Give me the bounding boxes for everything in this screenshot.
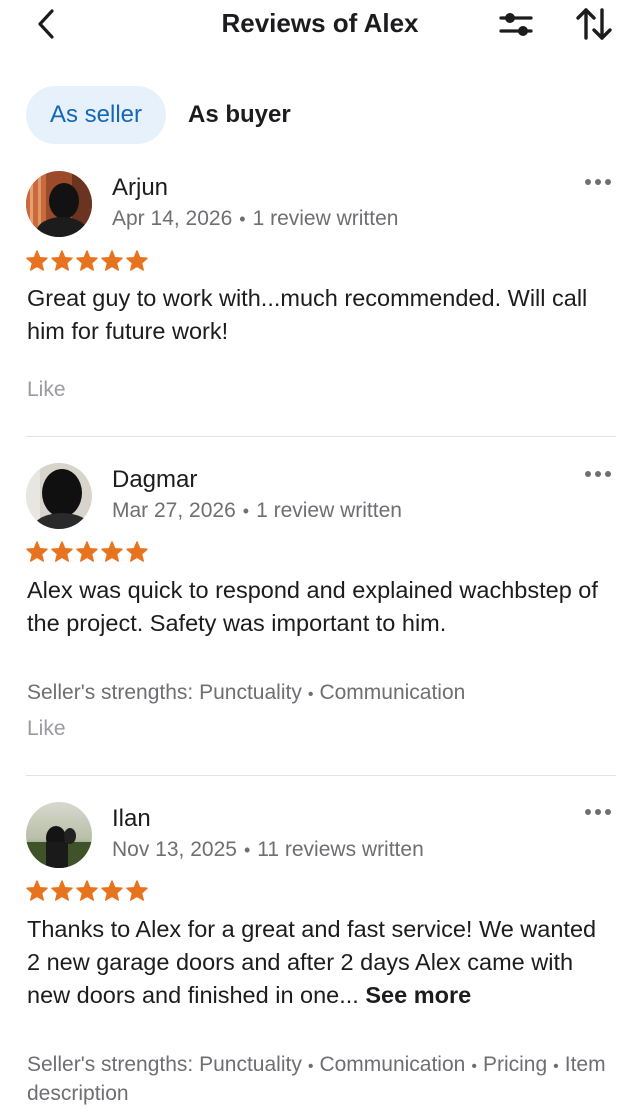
sort-arrows-icon: [576, 8, 612, 40]
separator-dot: •: [307, 1058, 314, 1075]
reviewer-name[interactable]: Arjun: [112, 174, 168, 202]
strength-tag: Punctuality: [199, 681, 302, 704]
star-icon: [51, 880, 73, 901]
tab-as-seller[interactable]: As seller: [26, 86, 166, 144]
seller-strengths: Seller's strengths: Punctuality • Communic…: [27, 679, 627, 708]
strength-tag: Punctuality: [199, 1053, 302, 1076]
reviewer-name[interactable]: Dagmar: [112, 466, 197, 494]
star-icon: [26, 250, 48, 271]
review-meta: Mar 27, 2026 • 1 review written: [112, 499, 402, 523]
strengths-label: Seller's strengths:: [27, 681, 194, 704]
more-options-button[interactable]: [578, 462, 618, 486]
more-options-button[interactable]: [578, 800, 618, 824]
separator-dot: •: [307, 686, 314, 703]
strength-tag: Communication: [319, 1053, 466, 1076]
more-options-button[interactable]: [578, 170, 618, 194]
avatar[interactable]: [26, 802, 92, 868]
strength-tag: Communication: [319, 681, 466, 704]
separator-dot: •: [471, 1058, 477, 1075]
tab-as-buyer[interactable]: As buyer: [166, 86, 313, 144]
separator-dot: •: [553, 1058, 559, 1075]
star-icon: [101, 250, 123, 271]
reviewer-name[interactable]: Ilan: [112, 805, 151, 833]
star-icon: [51, 541, 73, 562]
review-text-truncated: Thanks to Alex for a great and fast serv…: [27, 916, 597, 1008]
avatar[interactable]: [26, 171, 92, 237]
review-role-tabs: As seller As buyer: [26, 86, 313, 144]
review-date: Nov 13, 2025: [112, 838, 237, 861]
strengths-label: Seller's strengths:: [27, 1053, 194, 1076]
review-date: Apr 14, 2026: [112, 207, 233, 230]
ellipsis-icon: [585, 809, 611, 815]
review-meta: Apr 14, 2026 • 1 review written: [112, 207, 398, 231]
ellipsis-icon: [585, 179, 611, 185]
sort-button[interactable]: [570, 4, 618, 44]
separator-dot: •: [243, 840, 251, 860]
star-rating: [26, 880, 148, 901]
filter-button[interactable]: [494, 6, 538, 42]
star-icon: [26, 880, 48, 901]
star-icon: [26, 541, 48, 562]
star-icon: [126, 880, 148, 901]
star-icon: [126, 541, 148, 562]
separator-dot: •: [239, 209, 246, 229]
sliders-icon: [499, 13, 533, 36]
back-button[interactable]: [30, 6, 62, 42]
like-button[interactable]: Like: [27, 717, 66, 741]
ellipsis-icon: [585, 471, 611, 477]
like-button[interactable]: Like: [27, 378, 66, 402]
chevron-left-icon: [38, 9, 54, 39]
star-icon: [76, 880, 98, 901]
star-icon: [51, 250, 73, 271]
review-meta: Nov 13, 2025 • 11 reviews written: [112, 838, 424, 862]
review-text: Alex was quick to respond and explained …: [27, 577, 598, 636]
star-rating: [26, 250, 148, 271]
star-icon: [101, 880, 123, 901]
divider: [26, 436, 616, 437]
separator-dot: •: [242, 501, 250, 521]
review-text: Thanks to Alex for a great and fast serv…: [27, 913, 607, 1012]
reviews-written-count: 1 review written: [252, 207, 399, 230]
star-icon: [76, 250, 98, 271]
star-rating: [26, 541, 148, 562]
review-date: Mar 27, 2026: [112, 499, 236, 522]
review-text: Great guy to work with...much recommende…: [27, 285, 588, 344]
top-bar: Reviews of Alex: [0, 0, 640, 52]
avatar[interactable]: [26, 463, 92, 529]
star-icon: [101, 541, 123, 562]
star-icon: [126, 250, 148, 271]
reviews-written-count: 1 review written: [256, 499, 402, 522]
see-more-link[interactable]: See more: [365, 982, 471, 1008]
page-title: Reviews of Alex: [221, 8, 419, 38]
strength-tag: Pricing: [482, 1053, 548, 1076]
reviews-written-count: 11 reviews written: [257, 838, 424, 861]
star-icon: [76, 541, 98, 562]
divider: [26, 775, 616, 776]
seller-strengths: Seller's strengths: Punctuality • Communic…: [27, 1051, 627, 1107]
